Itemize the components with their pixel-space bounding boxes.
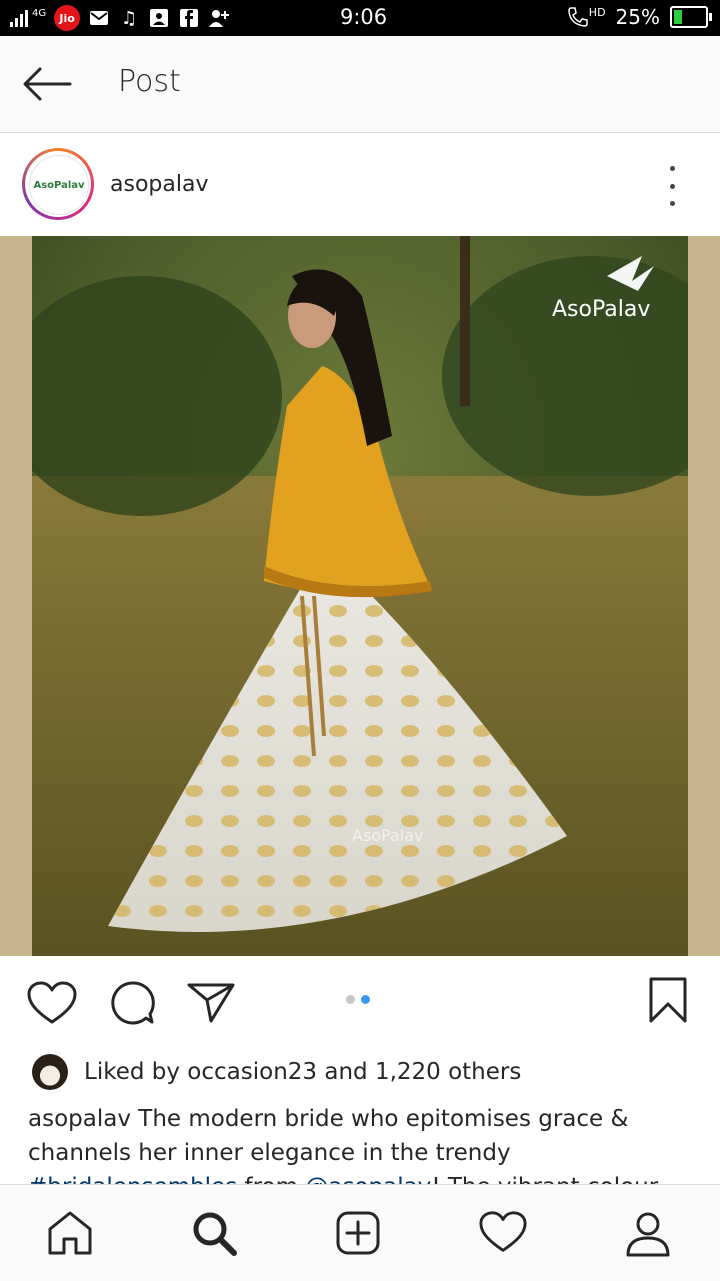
- new-post-icon[interactable]: [334, 1209, 382, 1257]
- carousel-dot-active: [361, 995, 370, 1004]
- bottom-navigation: [0, 1184, 720, 1281]
- hd-label: HD: [588, 5, 606, 19]
- facebook-icon: [178, 7, 200, 29]
- share-icon[interactable]: [186, 980, 236, 1028]
- profile-icon[interactable]: [624, 1209, 672, 1257]
- search-icon[interactable]: [190, 1209, 238, 1257]
- carousel-dot: [346, 995, 355, 1004]
- page-title: Post: [118, 64, 181, 99]
- post-image-container[interactable]: AsoPalav AsoPalav: [0, 236, 720, 956]
- comment-icon[interactable]: [108, 980, 156, 1030]
- bookmark-icon[interactable]: [648, 976, 688, 1028]
- avatar-logo: AsoPalav: [29, 155, 89, 215]
- contact-icon: [208, 7, 230, 29]
- jio-icon: Jio: [54, 5, 81, 31]
- music-icon: ♫: [121, 7, 138, 29]
- carousel-indicator: [346, 995, 370, 1004]
- gallery-icon: [148, 7, 170, 29]
- mail-icon: [88, 7, 110, 29]
- liked-by-user[interactable]: occasion23: [187, 1059, 317, 1085]
- top-app-bar: Post: [0, 36, 720, 133]
- home-icon[interactable]: [46, 1209, 94, 1257]
- signal-icon: [10, 9, 28, 27]
- more-options-icon[interactable]: [662, 166, 682, 206]
- post-header: AsoPalav asopalav: [0, 134, 720, 236]
- likes-summary[interactable]: Liked by occasion23 and 1,220 others: [32, 1052, 521, 1092]
- post-image[interactable]: AsoPalav AsoPalav: [32, 236, 688, 956]
- activity-heart-icon[interactable]: [478, 1209, 527, 1257]
- clock: 9:06: [340, 5, 388, 29]
- status-bar: 4G Jio ♫ 9:06 HD 25%: [0, 0, 720, 36]
- post-actions: [0, 956, 720, 1046]
- post-username[interactable]: asopalav: [110, 172, 208, 197]
- image-watermark: AsoPalav: [552, 297, 650, 322]
- network-type: 4G: [32, 7, 47, 19]
- battery-percent: 25%: [615, 5, 660, 29]
- call-icon: HD: [567, 6, 606, 28]
- like-heart-icon[interactable]: [26, 980, 78, 1030]
- caption-username[interactable]: asopalav: [28, 1106, 131, 1132]
- avatar[interactable]: AsoPalav: [22, 148, 94, 220]
- back-arrow-icon[interactable]: [22, 66, 72, 102]
- liker-avatar[interactable]: [32, 1054, 68, 1090]
- liked-by-suffix[interactable]: and 1,220 others: [324, 1059, 521, 1085]
- liked-by-prefix: Liked by: [84, 1059, 180, 1085]
- battery-icon: [670, 6, 712, 28]
- image-watermark-center: AsoPalav: [352, 826, 424, 845]
